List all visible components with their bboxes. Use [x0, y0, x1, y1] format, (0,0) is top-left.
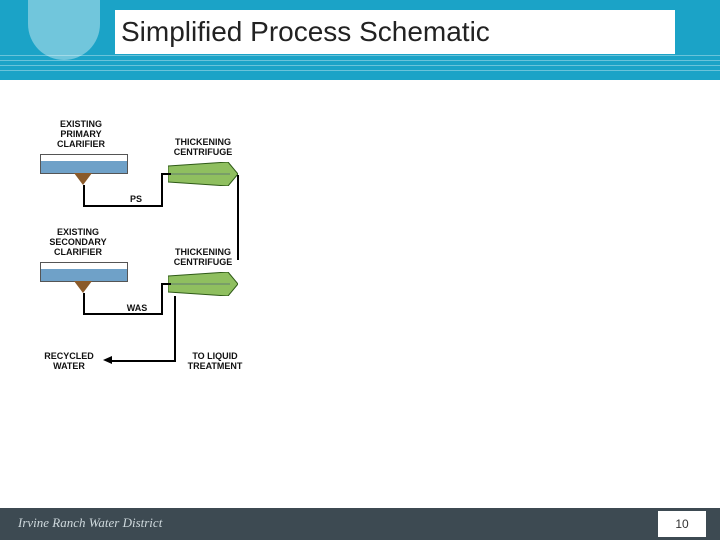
label-line: WATER [40, 362, 98, 372]
secondary-clarifier-label: EXISTING SECONDARY CLARIFIER [40, 228, 116, 258]
flow-line [112, 360, 176, 362]
water-fill [41, 161, 127, 173]
footer-band: Irvine Ranch Water District 10 [0, 508, 720, 540]
flow-line [161, 283, 171, 285]
arrow-left-icon [103, 356, 112, 364]
rule-line [0, 60, 720, 61]
footer-org: Irvine Ranch Water District [18, 515, 162, 531]
centrifuge-icon [168, 272, 238, 296]
title-band: Simplified Process Schematic [115, 10, 675, 54]
header-ornament [28, 0, 100, 60]
centrifuge-icon [168, 162, 238, 186]
label-line: CENTRIFUGE [168, 148, 238, 158]
primary-clarifier [40, 154, 128, 174]
flow-line [174, 296, 176, 360]
flow-line [83, 293, 85, 313]
primary-hopper [74, 173, 92, 185]
label-line: TREATMENT [182, 362, 248, 372]
ps-label: PS [126, 195, 146, 205]
flow-line [83, 185, 85, 205]
rule-line [0, 70, 720, 71]
page-number: 10 [675, 517, 688, 531]
water-fill [41, 269, 127, 281]
recycled-water-label: RECYCLED WATER [40, 352, 98, 372]
flow-line [161, 173, 171, 175]
label-line: CENTRIFUGE [168, 258, 238, 268]
primary-clarifier-label: EXISTING PRIMARY CLARIFIER [46, 120, 116, 150]
rule-line [0, 65, 720, 66]
flow-line [83, 205, 161, 207]
centrifuge-bot [168, 272, 238, 296]
header-band: Simplified Process Schematic [0, 0, 720, 80]
flow-line [161, 173, 163, 207]
rule-line [0, 55, 720, 56]
slide: { "header": { "title": "Simplified Proce… [0, 0, 720, 540]
flow-line [161, 283, 163, 315]
centrifuge-bot-label: THICKENING CENTRIFUGE [168, 248, 238, 268]
label-line: CLARIFIER [40, 248, 116, 258]
centrifuge-top [168, 162, 238, 186]
slide-title: Simplified Process Schematic [115, 16, 490, 48]
secondary-hopper [74, 281, 92, 293]
to-liquid-label: TO LIQUID TREATMENT [182, 352, 248, 372]
flow-line [83, 313, 161, 315]
process-schematic: EXISTING PRIMARY CLARIFIER PS THICKENING… [40, 120, 380, 410]
centrifuge-top-label: THICKENING CENTRIFUGE [168, 138, 238, 158]
page-number-box: 10 [658, 511, 706, 537]
secondary-clarifier [40, 262, 128, 282]
label-line: CLARIFIER [46, 140, 116, 150]
